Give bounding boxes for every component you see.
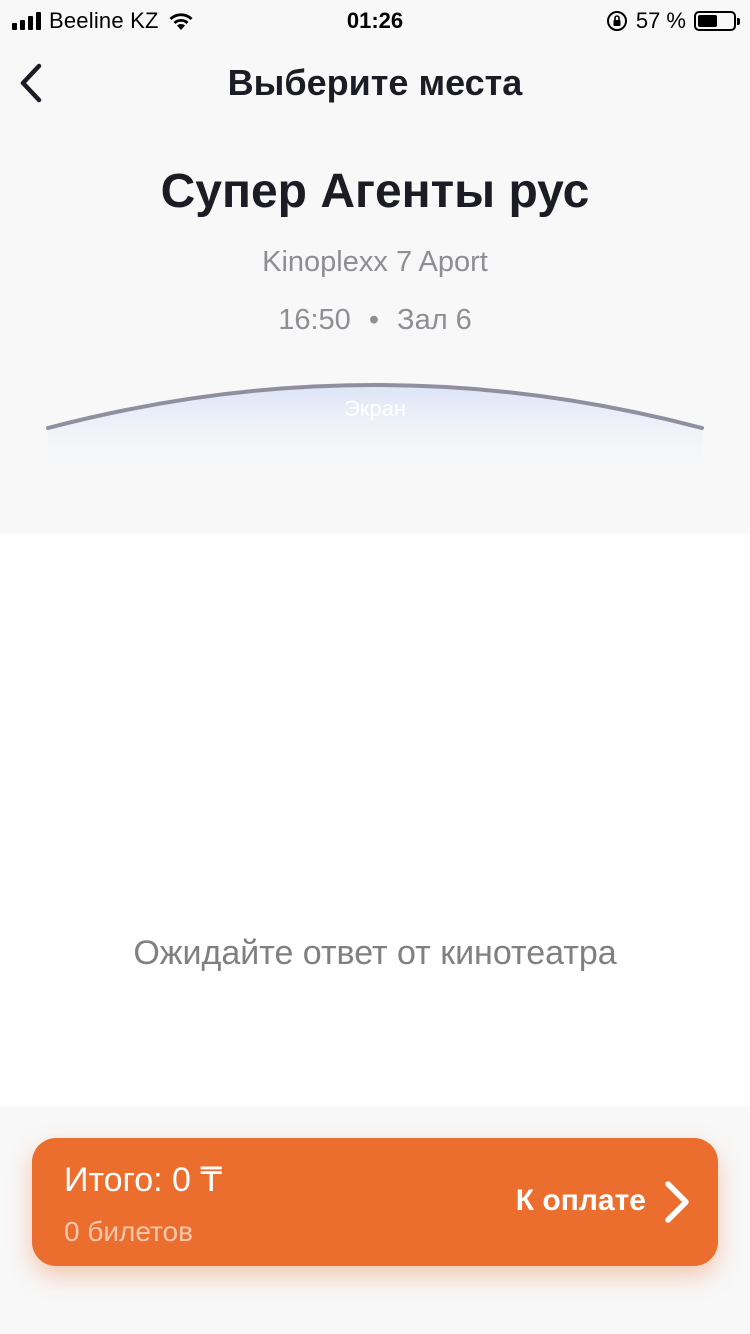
checkout-button[interactable]: Итого: 0 ₸ 0 билетов К оплате — [32, 1138, 718, 1266]
orientation-lock-icon — [606, 11, 627, 31]
screen-label: Экран — [343, 396, 407, 421]
waiting-message: Ожидайте ответ от кинотеатра — [133, 934, 617, 972]
pay-label: К оплате — [515, 1184, 646, 1217]
battery-level — [698, 15, 718, 27]
status-bar: Beeline KZ 01:26 57 % — [0, 0, 750, 40]
total-amount: Итого: 0 ₸ — [64, 1161, 222, 1199]
navigation-bar: Выберите места — [0, 40, 750, 126]
page-title: Выберите места — [227, 62, 523, 103]
separator-dot: • — [368, 304, 379, 336]
session-time: 16:50 — [278, 304, 351, 336]
cinema-name: Kinoplexx 7 Aport — [262, 246, 488, 278]
hall-name: Зал 6 — [397, 304, 472, 336]
session-info: 16:50 • Зал 6 — [0, 304, 750, 337]
status-right: 57 % — [606, 8, 740, 34]
battery-percent: 57 % — [635, 8, 686, 33]
tickets-count: 0 билетов — [64, 1216, 193, 1247]
movie-title: Супер Агенты рус — [160, 165, 590, 218]
chevron-right-icon — [665, 1181, 689, 1223]
battery-icon — [694, 11, 740, 31]
